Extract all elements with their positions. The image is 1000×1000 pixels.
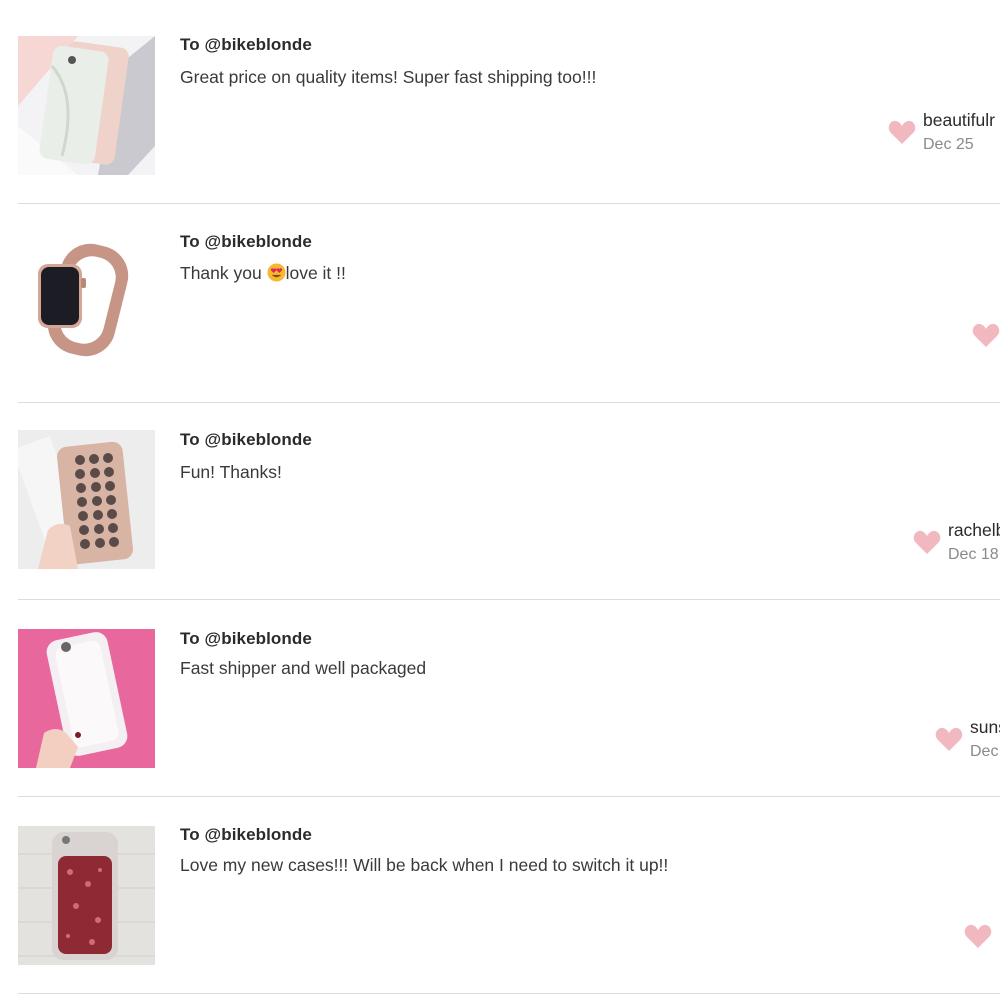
message-text-before: Thank you xyxy=(180,263,267,283)
product-thumbnail[interactable] xyxy=(18,430,155,569)
review-message: Great price on quality items! Super fast… xyxy=(180,67,597,87)
reviewer-name[interactable]: beautifulr xyxy=(923,110,995,131)
heart-icon xyxy=(964,924,992,948)
heart-icon xyxy=(935,727,963,751)
review-date: Dec 25 xyxy=(923,136,974,153)
review-date: Dec 18 xyxy=(948,546,999,563)
review-message: Fast shipper and well packaged xyxy=(180,658,427,678)
review-message: Fun! Thanks! xyxy=(180,462,282,482)
review-item: To @bikeblonde Great price on quality it… xyxy=(18,18,1000,204)
reviewer-name[interactable]: sunsh xyxy=(970,717,1000,738)
recipient-label: To @bikeblonde xyxy=(180,35,312,54)
heart-icon xyxy=(972,323,1000,347)
message-text-after: love it !! xyxy=(285,263,346,283)
heart-icon xyxy=(913,530,941,554)
reviewer-name[interactable]: rachelbo xyxy=(948,520,1000,541)
review-item: To @bikeblonde Thank you love it !! xyxy=(18,204,1000,403)
recipient-label: To @bikeblonde xyxy=(180,430,312,449)
product-thumbnail[interactable] xyxy=(18,234,155,373)
product-thumbnail[interactable] xyxy=(18,36,155,175)
review-date: Dec 1 xyxy=(970,743,1000,760)
recipient-label: To @bikeblonde xyxy=(180,232,312,251)
heart-eyes-emoji-icon xyxy=(267,263,286,282)
review-item: To @bikeblonde Fun! Thanks! rachelbo Dec… xyxy=(18,403,1000,600)
product-thumbnail[interactable] xyxy=(18,826,155,965)
recipient-label: To @bikeblonde xyxy=(180,629,312,648)
product-thumbnail[interactable] xyxy=(18,629,155,768)
recipient-label: To @bikeblonde xyxy=(180,825,312,844)
review-item: To @bikeblonde Love my new cases!!! Will… xyxy=(18,797,1000,994)
review-item: To @bikeblonde Fast shipper and well pac… xyxy=(18,600,1000,797)
review-message: Thank you love it !! xyxy=(180,263,346,284)
review-message: Love my new cases!!! Will be back when I… xyxy=(180,855,669,875)
heart-icon xyxy=(888,120,916,144)
